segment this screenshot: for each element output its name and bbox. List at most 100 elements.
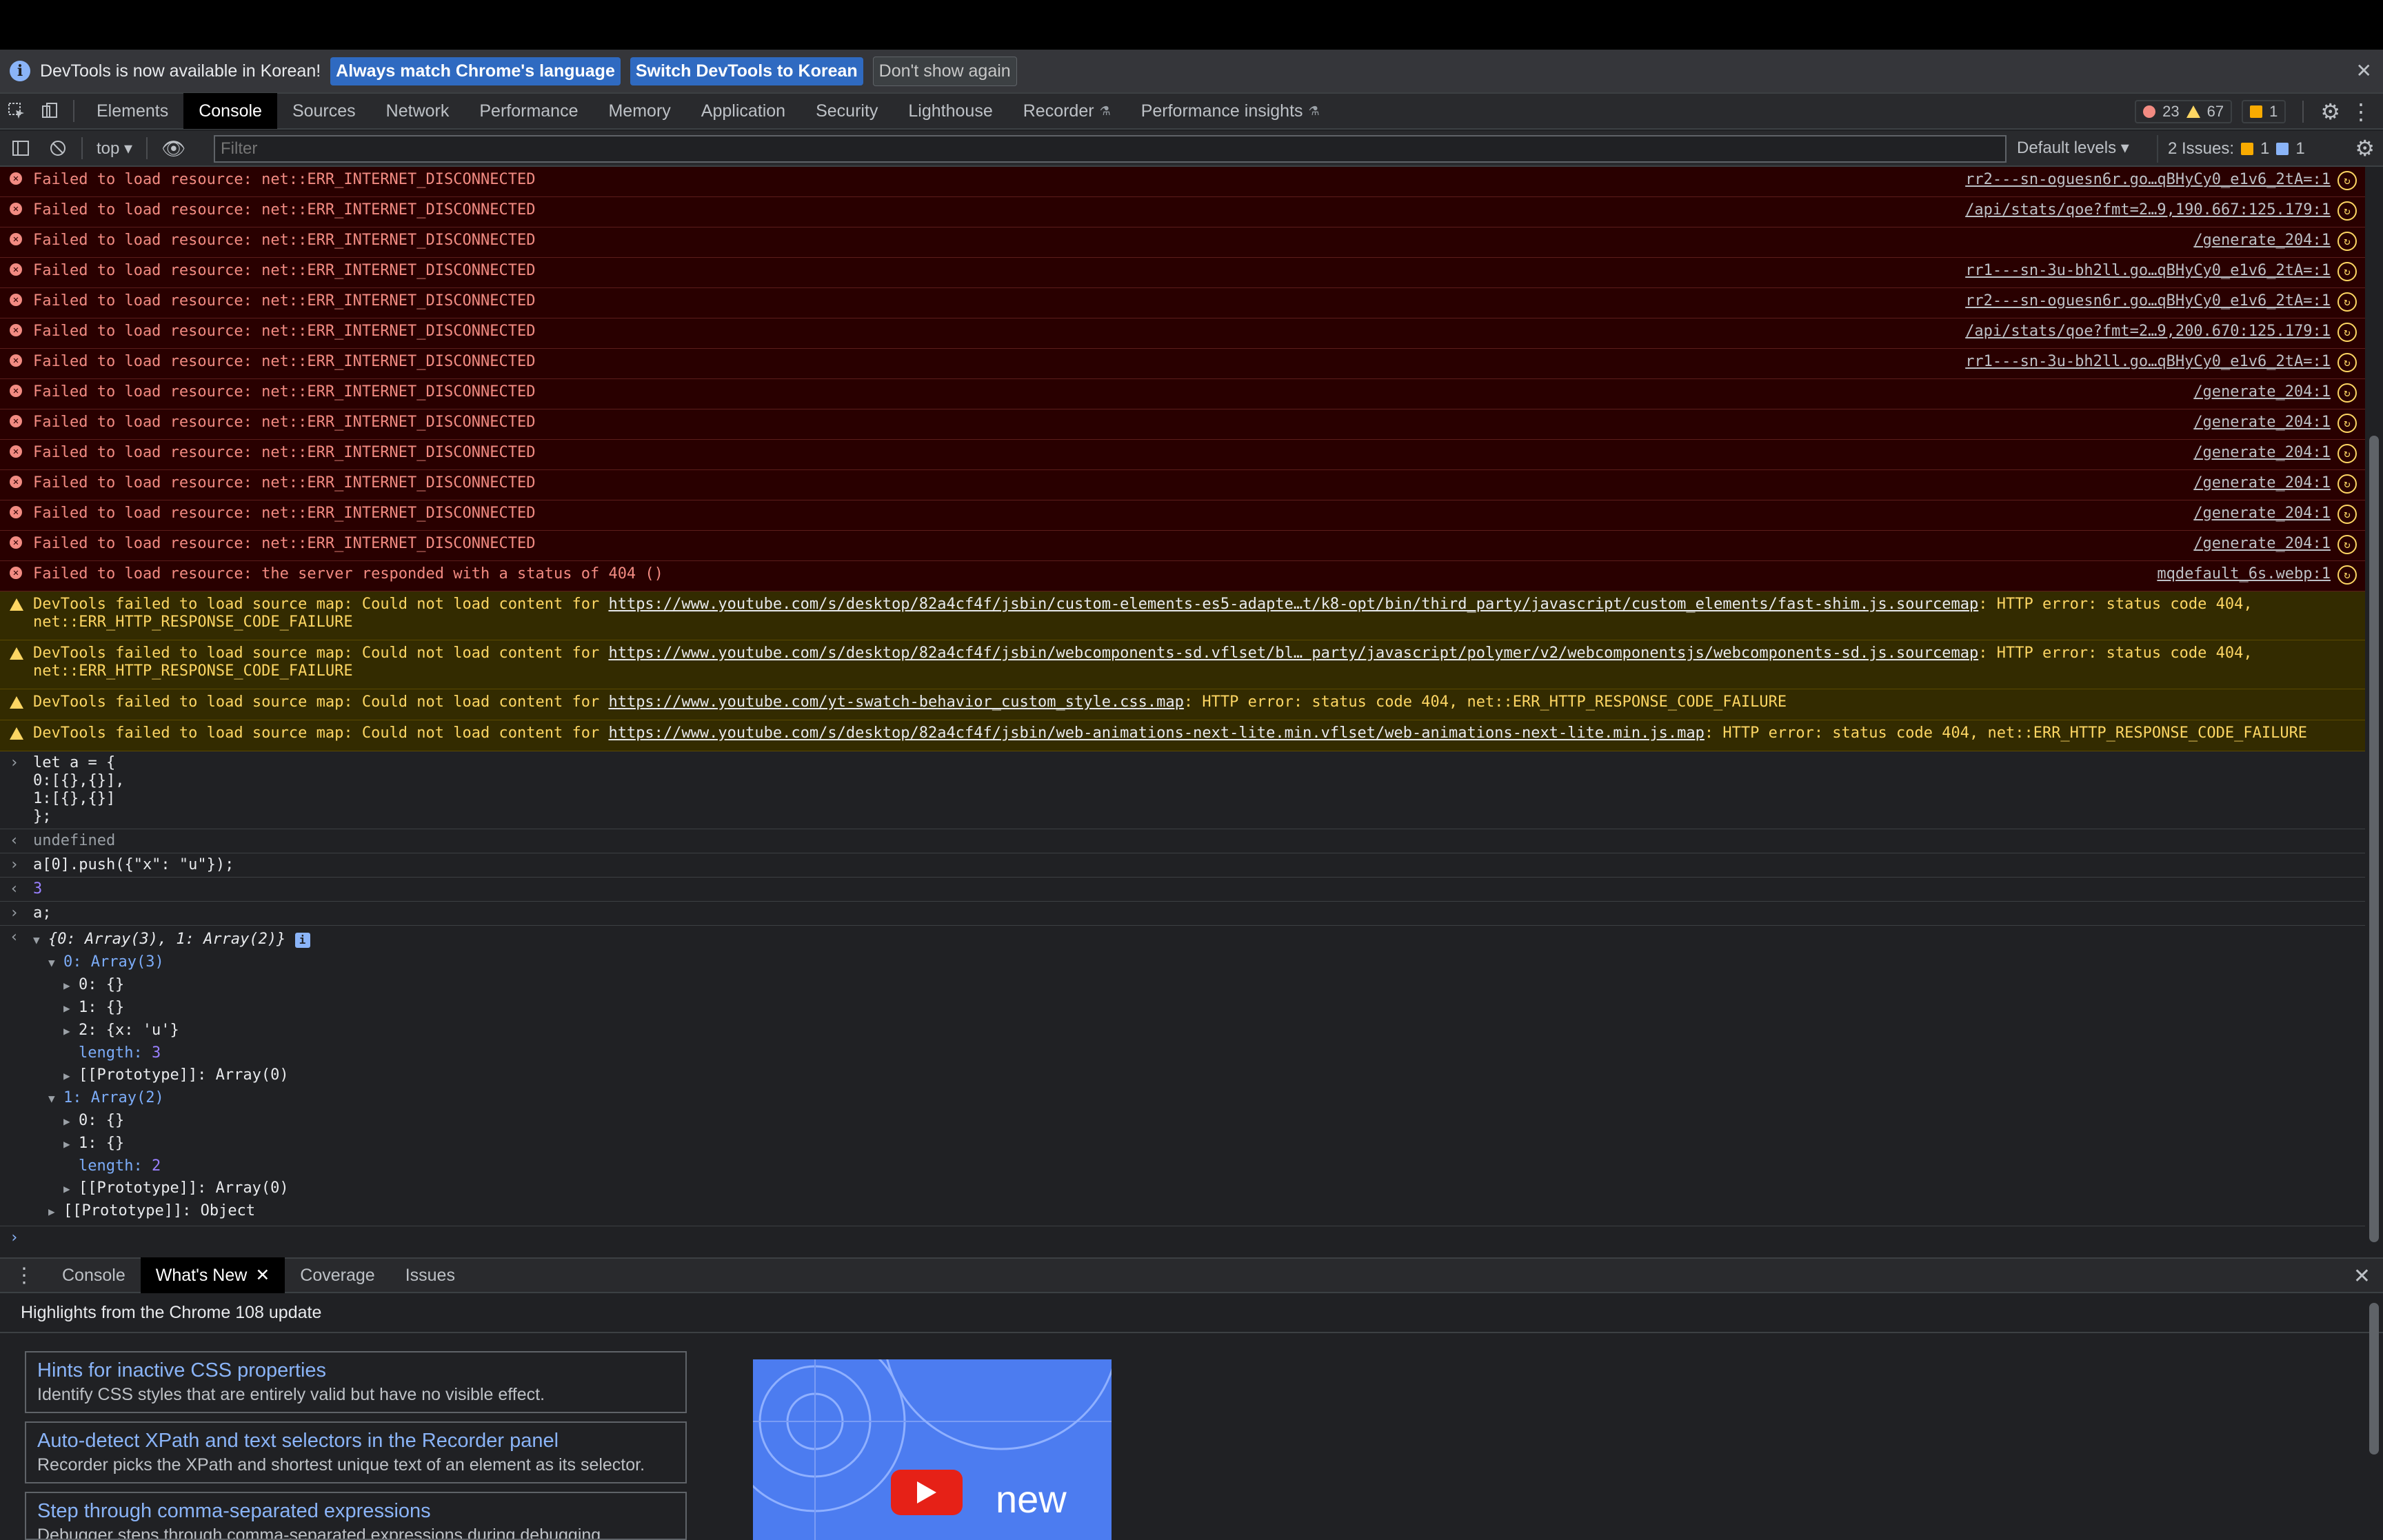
network-request-icon[interactable]: ↻ — [2337, 383, 2357, 403]
log-levels-label: Default levels — [2017, 139, 2117, 157]
tree-node[interactable]: ▶ 2: {x: 'u'} — [33, 1020, 310, 1042]
network-request-icon[interactable]: ↻ — [2337, 565, 2357, 585]
sourcemap-url-link[interactable]: https://www.youtube.com/yt-swatch-behavi… — [608, 693, 1183, 711]
infobar-close-icon[interactable]: ✕ — [2356, 59, 2372, 82]
drawer-tab-issues[interactable]: Issues — [390, 1257, 470, 1293]
tab-sources[interactable]: Sources — [277, 93, 371, 129]
network-request-icon[interactable]: ↻ — [2337, 201, 2357, 221]
network-request-icon[interactable]: ↻ — [2337, 292, 2357, 312]
issues-counter[interactable]: 1 — [2242, 100, 2286, 123]
network-request-icon[interactable]: ↻ — [2337, 535, 2357, 554]
tab-security[interactable]: Security — [801, 93, 893, 129]
whats-new-card[interactable]: Hints for inactive CSS properties Identi… — [25, 1351, 687, 1413]
source-link[interactable]: rr2---sn-oguesn6r.go…qBHyCy0_e1v6_2tA=:1 — [1965, 292, 2331, 310]
close-tab-icon[interactable]: ✕ — [255, 1265, 270, 1286]
console-settings-gear-icon[interactable]: ⚙ — [2355, 135, 2375, 161]
more-options-icon[interactable]: ⋮ — [2350, 99, 2372, 125]
tree-node[interactable]: ▶ 1: {} — [33, 997, 310, 1020]
always-match-language-button[interactable]: Always match Chrome's language — [330, 57, 621, 85]
issues-summary[interactable]: 2 Issues: 1 1 — [2157, 135, 2305, 163]
devtools-tab-bar: Elements Console Sources Network Perform… — [0, 93, 2383, 130]
tab-performance[interactable]: Performance — [464, 93, 593, 129]
sourcemap-url-link[interactable]: https://www.youtube.com/s/desktop/82a4cf… — [608, 645, 1978, 662]
source-link[interactable]: mqdefault_6s.webp:1 — [2157, 565, 2331, 583]
source-link[interactable]: /generate_204:1 — [2193, 505, 2331, 523]
source-link[interactable]: rr1---sn-3u-bh2ll.go…qBHyCy0_e1v6_2tA=:1 — [1965, 262, 2331, 280]
tree-node[interactable]: ▼ 1: Array(2) — [33, 1087, 310, 1110]
source-link[interactable]: /generate_204:1 — [2193, 414, 2331, 432]
warning-message: DevTools failed to load source map: Coul… — [33, 693, 2357, 711]
whats-new-card[interactable]: Auto-detect XPath and text selectors in … — [25, 1421, 687, 1483]
device-toolbar-icon[interactable] — [33, 94, 66, 128]
network-request-icon[interactable]: ↻ — [2337, 505, 2357, 524]
log-levels-dropdown[interactable]: Default levels ▾ — [2017, 138, 2129, 158]
dont-show-again-button[interactable]: Don't show again — [872, 56, 1017, 86]
drawer-tab-console[interactable]: Console — [47, 1257, 141, 1293]
network-request-icon[interactable]: ↻ — [2337, 444, 2357, 463]
inspect-element-icon[interactable] — [0, 94, 33, 128]
network-request-icon[interactable]: ↻ — [2337, 474, 2357, 494]
live-expression-eye-icon[interactable]: 👁 — [161, 137, 186, 160]
console-filter-input[interactable] — [214, 135, 2007, 163]
tree-node[interactable]: ▼ 0: Array(3) — [33, 951, 310, 974]
network-request-icon[interactable]: ↻ — [2337, 414, 2357, 433]
source-link[interactable]: /api/stats/qoe?fmt=2…9,190.667:125.179:1 — [1965, 201, 2331, 219]
message-counter[interactable]: 23 67 — [2135, 100, 2233, 123]
source-link[interactable]: /generate_204:1 — [2193, 444, 2331, 462]
drawer-close-icon[interactable]: ✕ — [2353, 1264, 2371, 1288]
source-link[interactable]: /api/stats/qoe?fmt=2…9,200.670:125.179:1 — [1965, 323, 2331, 341]
source-link[interactable]: /generate_204:1 — [2193, 383, 2331, 401]
tree-node[interactable]: ▶ 0: {} — [33, 974, 310, 997]
console-prompt[interactable]: › — [0, 1226, 2365, 1256]
sidebar-toggle-icon[interactable] — [0, 132, 41, 165]
console-scrollbar[interactable] — [2365, 167, 2383, 1256]
drawer-tab-whats-new[interactable]: What's New ✕ — [140, 1257, 285, 1293]
network-request-icon[interactable]: ↻ — [2337, 323, 2357, 342]
whats-new-card[interactable]: Step through comma-separated expressions… — [25, 1492, 687, 1540]
whats-new-video-thumbnail[interactable]: new — [753, 1359, 1112, 1540]
console-warning-row: DevTools failed to load source map: Coul… — [0, 640, 2365, 689]
source-link[interactable]: /generate_204:1 — [2193, 535, 2331, 553]
console-error-row: ✕ Failed to load resource: net::ERR_INTER… — [0, 500, 2365, 531]
scrollbar-thumb[interactable] — [2369, 436, 2379, 1242]
source-link[interactable]: rr2---sn-oguesn6r.go…qBHyCy0_e1v6_2tA=:1 — [1965, 171, 2331, 189]
tab-memory[interactable]: Memory — [593, 93, 685, 129]
sourcemap-url-link[interactable]: https://www.youtube.com/s/desktop/82a4cf… — [608, 596, 1978, 613]
card-title: Hints for inactive CSS properties — [37, 1359, 327, 1381]
clear-console-icon[interactable] — [41, 132, 74, 165]
whats-new-heading: Highlights from the Chrome 108 update — [0, 1293, 2383, 1333]
switch-to-korean-button[interactable]: Switch DevTools to Korean — [630, 57, 863, 85]
error-icon: ✕ — [10, 262, 33, 276]
error-message: Failed to load resource: net::ERR_INTERN… — [33, 444, 536, 461]
source-link[interactable]: /generate_204:1 — [2193, 474, 2331, 492]
source-link[interactable]: /generate_204:1 — [2193, 232, 2331, 250]
tree-node[interactable]: ▶ [[Prototype]]: Array(0) — [33, 1064, 310, 1087]
tab-network[interactable]: Network — [371, 93, 465, 129]
network-request-icon[interactable]: ↻ — [2337, 353, 2357, 372]
settings-gear-icon[interactable]: ⚙ — [2320, 99, 2340, 125]
drawer-scrollbar[interactable] — [2365, 1296, 2383, 1540]
sourcemap-url-link[interactable]: https://www.youtube.com/s/desktop/82a4cf… — [608, 725, 1704, 742]
object-root[interactable]: ▼ {0: Array(3), 1: Array(2)} i — [33, 929, 310, 951]
tab-lighthouse[interactable]: Lighthouse — [893, 93, 1007, 129]
network-request-icon[interactable]: ↻ — [2337, 171, 2357, 190]
tab-elements[interactable]: Elements — [81, 93, 183, 129]
network-request-icon[interactable]: ↻ — [2337, 232, 2357, 251]
console-error-row: ✕ Failed to load resource: net::ERR_INTER… — [0, 318, 2365, 349]
tree-node[interactable]: ▶ [[Prototype]]: Object — [33, 1200, 310, 1223]
source-link[interactable]: rr1---sn-3u-bh2ll.go…qBHyCy0_e1v6_2tA=:1 — [1965, 353, 2331, 371]
network-request-icon[interactable]: ↻ — [2337, 262, 2357, 281]
drawer-menu-icon[interactable]: ⋮ — [0, 1264, 47, 1288]
tree-node[interactable]: ▶ [[Prototype]]: Array(0) — [33, 1177, 310, 1200]
tab-recorder[interactable]: Recorder ⚗ — [1008, 93, 1126, 129]
play-button-icon[interactable] — [891, 1470, 963, 1515]
tab-console[interactable]: Console — [183, 93, 277, 129]
scrollbar-thumb[interactable] — [2369, 1303, 2379, 1455]
tree-node[interactable]: ▶ 1: {} — [33, 1133, 310, 1155]
tab-performance-insights[interactable]: Performance insights ⚗ — [1126, 93, 1335, 129]
console-error-row: ✕ Failed to load resource: net::ERR_INTER… — [0, 531, 2365, 561]
drawer-tab-coverage[interactable]: Coverage — [285, 1257, 390, 1293]
context-selector[interactable]: top ▾ — [97, 139, 132, 159]
tree-node[interactable]: ▶ 0: {} — [33, 1110, 310, 1133]
tab-application[interactable]: Application — [686, 93, 801, 129]
